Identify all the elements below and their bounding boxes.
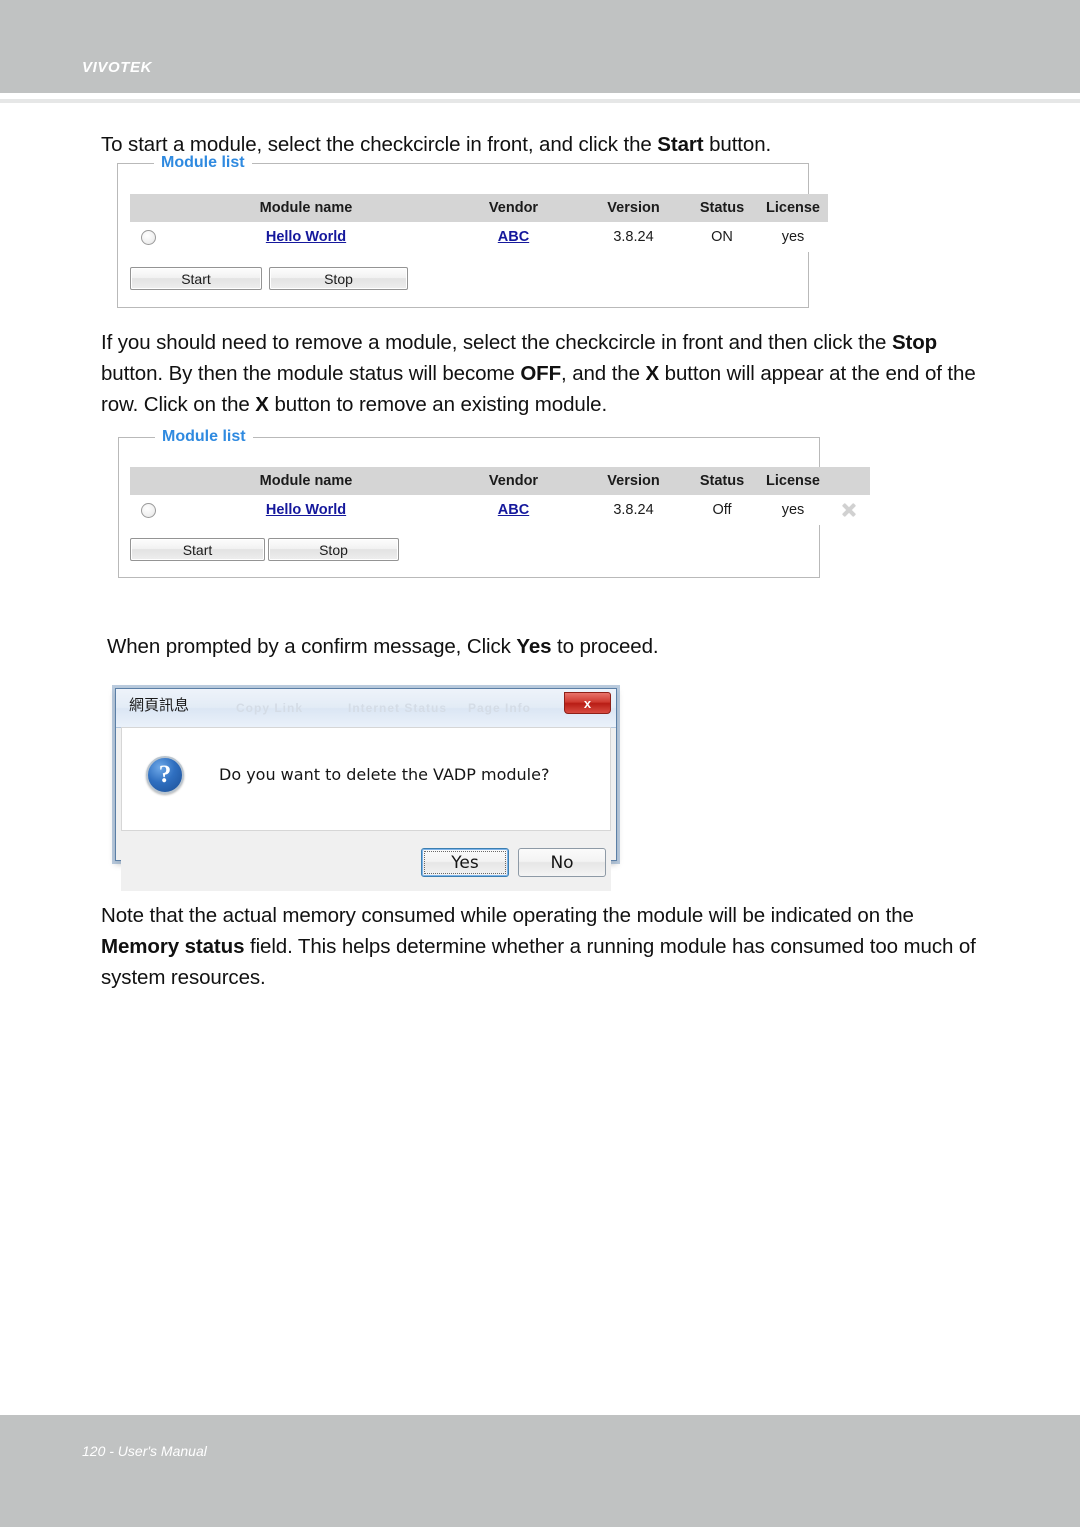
col-vendor-header: Vendor — [446, 194, 581, 222]
col-module-name-header: Module name — [166, 194, 446, 222]
p2-text-i: button to remove an existing module. — [268, 393, 608, 416]
col-version-header: Version — [581, 194, 686, 222]
table-header-row: Module name Vendor Version Status Licens… — [130, 467, 870, 495]
vendor-cell[interactable]: ABC — [446, 495, 581, 525]
p1-text-a: To start a module, select the checkcircl… — [101, 133, 658, 156]
module-list-panel-2: Module list Module name Vendor Version S… — [118, 429, 870, 578]
module-name-link[interactable]: Hello World — [266, 502, 346, 518]
col-module-name-header: Module name — [166, 467, 446, 495]
dialog-message: Do you want to delete the VADP module? — [219, 765, 550, 784]
p3-bold-yes: Yes — [516, 635, 552, 658]
col-version-header: Version — [581, 467, 686, 495]
delete-x-icon[interactable] — [842, 503, 856, 517]
vendor-cell[interactable]: ABC — [446, 222, 581, 252]
status-cell: Off — [686, 495, 758, 525]
p2-text-a: If you should need to remove a module, s… — [101, 331, 892, 354]
module-list-legend-1: Module list — [154, 155, 252, 171]
radio-button-icon[interactable] — [140, 502, 156, 518]
status-cell: ON — [686, 222, 758, 252]
col-status-header: Status — [686, 194, 758, 222]
col-license-header: License — [758, 194, 828, 222]
ghost-text-2: Internet Status — [348, 701, 448, 715]
paragraph-confirm-message: When prompted by a confirm message, Clic… — [107, 631, 987, 662]
p2-bold-stop: Stop — [891, 331, 938, 354]
paragraph-remove-module: If you should need to remove a module, s… — [101, 327, 981, 420]
p3-text-c: to proceed. — [551, 635, 659, 658]
delete-cell[interactable] — [828, 495, 870, 525]
p1-bold-start: Start — [657, 133, 704, 156]
table-header-row: Module name Vendor Version Status Licens… — [130, 194, 828, 222]
vendor-link[interactable]: ABC — [498, 229, 529, 245]
close-icon[interactable]: x — [564, 692, 611, 714]
stop-button-2[interactable]: Stop — [268, 538, 399, 561]
module-name-cell[interactable]: Hello World — [166, 495, 446, 525]
row-select-cell[interactable] — [130, 222, 166, 252]
p2-bold-x2: X — [255, 393, 269, 416]
yes-button[interactable]: Yes — [421, 848, 509, 877]
p2-text-e: , and the — [561, 362, 646, 385]
p3-text-a: When prompted by a confirm message, Clic… — [107, 635, 517, 658]
stop-button-1[interactable]: Stop — [269, 267, 408, 290]
dialog-body: ? Do you want to delete the VADP module? — [121, 727, 611, 831]
table-row[interactable]: Hello World ABC 3.8.24 ON yes — [130, 222, 828, 252]
module-list-panel-1: Module list Module name Vendor Version S… — [117, 155, 828, 308]
start-button-1[interactable]: Start — [130, 267, 262, 290]
question-icon: ? — [146, 756, 184, 794]
version-cell: 3.8.24 — [581, 495, 686, 525]
header-divider — [0, 99, 1080, 103]
vivotek-logo: VIVOTEK — [82, 59, 153, 76]
confirm-dialog: 網頁訊息 Copy Link Internet Status Page Info… — [115, 688, 617, 891]
p2-text-c: button. By then the module status will b… — [101, 362, 521, 385]
table-row[interactable]: Hello World ABC 3.8.24 Off yes — [130, 495, 870, 525]
col-vendor-header: Vendor — [446, 467, 581, 495]
col-status-header: Status — [686, 467, 758, 495]
ghost-text-3: Page Info — [468, 701, 532, 715]
page-footer — [0, 1415, 1080, 1527]
module-name-cell[interactable]: Hello World — [166, 222, 446, 252]
p1-text-c: button. — [703, 133, 772, 156]
dialog-titlebar[interactable]: 網頁訊息 Copy Link Internet Status Page Info… — [116, 689, 616, 728]
no-button[interactable]: No — [518, 848, 606, 877]
dialog-footer: Yes No — [121, 835, 611, 891]
col-delete-header — [828, 467, 870, 495]
radio-button-icon[interactable] — [140, 229, 156, 245]
paragraph-memory-status: Note that the actual memory consumed whi… — [101, 900, 991, 993]
module-list-table-2: Module name Vendor Version Status Licens… — [130, 467, 870, 525]
p2-bold-off: OFF — [520, 362, 562, 385]
module-list-legend-2: Module list — [155, 429, 253, 445]
dialog-title: 網頁訊息 — [129, 696, 190, 714]
license-cell: yes — [758, 222, 828, 252]
start-button-2[interactable]: Start — [130, 538, 265, 561]
no-button-label: No — [550, 852, 574, 873]
p2-bold-x1: X — [645, 362, 660, 385]
page-number-label: 120 - User's Manual — [82, 1443, 207, 1459]
col-license-header: License — [758, 467, 828, 495]
ghost-text-1: Copy Link — [236, 701, 304, 715]
row-select-cell[interactable] — [130, 495, 166, 525]
col-select-header — [130, 194, 166, 222]
version-cell: 3.8.24 — [581, 222, 686, 252]
page-header: VIVOTEK — [0, 0, 1080, 93]
vendor-link[interactable]: ABC — [498, 502, 529, 518]
col-select-header — [130, 467, 166, 495]
focus-ring — [424, 851, 506, 874]
module-list-table-1: Module name Vendor Version Status Licens… — [130, 194, 828, 252]
p4-bold-memory-status: Memory status — [101, 935, 245, 958]
license-cell: yes — [758, 495, 828, 525]
module-name-link[interactable]: Hello World — [266, 229, 346, 245]
p4-text-a: Note that the actual memory consumed whi… — [101, 904, 914, 927]
